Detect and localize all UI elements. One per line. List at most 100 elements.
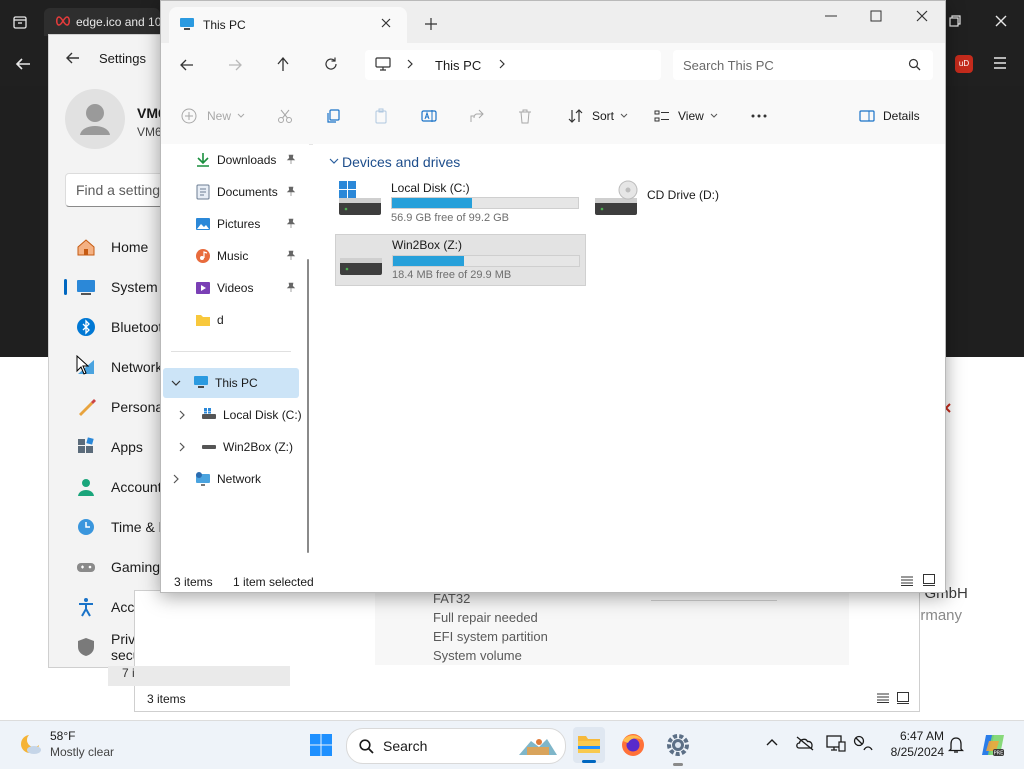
settings-back-icon[interactable] <box>65 51 81 65</box>
details-view-icon[interactable] <box>901 576 913 586</box>
copilot-icon[interactable]: PRE <box>980 732 1006 758</box>
browser-back-icon[interactable] <box>14 56 32 72</box>
copy-button[interactable] <box>325 108 341 124</box>
clock-time[interactable]: 6:47 AM <box>888 729 944 743</box>
settings-gear-icon[interactable] <box>664 731 692 766</box>
onedrive-offline-icon[interactable] <box>795 735 815 751</box>
nav-item-win2box[interactable]: Win2Box (Z:) <box>179 433 293 461</box>
browser-close-icon[interactable] <box>994 14 1008 28</box>
rename-button[interactable] <box>421 108 437 124</box>
nav-item-music[interactable]: Music <box>195 242 248 270</box>
ublock-extension-icon[interactable]: uD <box>955 55 973 73</box>
settings-nav-label: Time & l <box>111 519 162 535</box>
personalization-icon <box>75 396 97 418</box>
cut-button[interactable] <box>277 108 293 124</box>
browser-tab-title: edge.ico and 10 <box>76 15 162 29</box>
view-button[interactable]: View <box>654 108 718 124</box>
chevron-right-icon[interactable] <box>179 410 187 420</box>
nav-item-label: Local Disk (C:) <box>223 408 302 422</box>
sort-button[interactable]: Sort <box>568 108 628 124</box>
network-status-icon[interactable] <box>853 735 873 753</box>
notification-bell-icon[interactable] <box>948 736 964 754</box>
file-explorer-window: This PC This PC Search This PC New Sort … <box>160 0 946 593</box>
nav-item-downloads[interactable]: Downloads <box>195 146 276 174</box>
nav-item-videos[interactable]: Videos <box>195 274 253 302</box>
nav-item-folder-d[interactable]: d <box>195 306 224 334</box>
details-view-icon[interactable] <box>877 693 889 703</box>
settings-nav-label: System <box>111 279 158 295</box>
drive-win2box-z[interactable]: Win2Box (Z:) 18.4 MB free of 29.9 MB <box>335 234 586 286</box>
details-label: Details <box>883 109 920 123</box>
taskbar-search-box[interactable]: Search <box>346 728 566 764</box>
forward-icon[interactable] <box>227 58 243 72</box>
user-subtitle: VM6 <box>137 125 162 139</box>
minimize-icon[interactable] <box>825 10 837 22</box>
chevron-right-icon[interactable] <box>173 474 181 484</box>
chevron-down-icon[interactable] <box>171 379 181 387</box>
pin-icon[interactable] <box>286 154 296 164</box>
nav-item-label: Downloads <box>217 153 277 167</box>
chevron-down-icon[interactable] <box>329 157 339 165</box>
tab-close-icon[interactable] <box>381 18 391 28</box>
divider <box>651 600 777 601</box>
nav-item-this-pc[interactable]: This PC <box>171 369 258 397</box>
windows-start-icon[interactable] <box>309 733 333 757</box>
details-pane-button[interactable]: Details <box>859 108 920 124</box>
firefox-icon[interactable] <box>620 732 646 758</box>
group-header[interactable]: Devices and drives <box>342 154 460 170</box>
accounts-icon <box>75 476 97 498</box>
nav-item-label: Music <box>217 249 249 263</box>
tiles-view-icon[interactable] <box>923 574 935 586</box>
pin-icon[interactable] <box>286 282 296 292</box>
scissors-icon <box>277 108 293 124</box>
address-bar[interactable]: This PC <box>365 50 661 80</box>
weather-description[interactable]: Mostly clear <box>50 745 114 759</box>
share-button[interactable] <box>469 108 485 124</box>
weather-moon-icon[interactable] <box>18 731 44 757</box>
back-icon[interactable] <box>179 58 195 72</box>
delete-button[interactable] <box>517 108 533 124</box>
explorer-tab[interactable]: This PC <box>169 7 407 43</box>
up-icon[interactable] <box>276 56 290 72</box>
browser-menu-icon[interactable] <box>992 56 1008 70</box>
infinity-icon <box>55 15 71 27</box>
chevron-up-icon[interactable] <box>766 738 778 746</box>
pin-icon[interactable] <box>286 218 296 228</box>
clock-date[interactable]: 8/25/2024 <box>880 745 944 759</box>
avatar[interactable] <box>65 89 125 149</box>
this-pc-icon <box>179 17 195 31</box>
nav-item-documents[interactable]: Documents <box>195 178 278 206</box>
tiles-view-icon[interactable] <box>897 692 909 704</box>
nav-item-pictures[interactable]: Pictures <box>195 210 260 238</box>
nav-scrollbar[interactable] <box>307 259 309 553</box>
weather-temperature[interactable]: 58°F <box>50 729 75 743</box>
nav-item-network[interactable]: Network <box>173 465 261 493</box>
chevron-right-icon[interactable] <box>499 59 505 69</box>
drive-local-disk-c[interactable]: Local Disk (C:) 56.9 GB free of 99.2 GB <box>337 177 587 227</box>
new-button[interactable]: New <box>181 108 245 124</box>
gaming-icon <box>75 556 97 578</box>
search-input[interactable]: Search This PC <box>673 50 933 80</box>
taskbar-file-explorer[interactable] <box>573 727 605 763</box>
accessibility-icon <box>75 596 97 618</box>
pin-icon[interactable] <box>286 250 296 260</box>
refresh-icon[interactable] <box>324 57 338 71</box>
more-options-button[interactable] <box>750 108 768 124</box>
display-icon[interactable] <box>826 735 846 753</box>
maximize-icon[interactable] <box>870 10 882 22</box>
chevron-right-icon[interactable] <box>179 442 187 452</box>
privacy-icon <box>75 636 97 658</box>
new-tab-icon[interactable] <box>425 18 437 30</box>
tab-actions-icon[interactable] <box>12 14 28 30</box>
close-icon[interactable] <box>916 10 928 22</box>
pin-icon[interactable] <box>286 186 296 196</box>
details-pane-icon <box>859 108 875 124</box>
paste-button[interactable] <box>373 108 389 124</box>
nav-item-local-disk[interactable]: Local Disk (C:) <box>179 401 302 429</box>
sort-label: Sort <box>592 109 615 123</box>
detail-line: FAT32 <box>433 591 471 606</box>
breadcrumb[interactable]: This PC <box>435 58 481 73</box>
browser-restore-icon[interactable] <box>948 14 962 28</box>
drive-cd-d[interactable]: CD Drive (D:) <box>593 177 753 227</box>
file-explorer-icon <box>577 733 601 755</box>
